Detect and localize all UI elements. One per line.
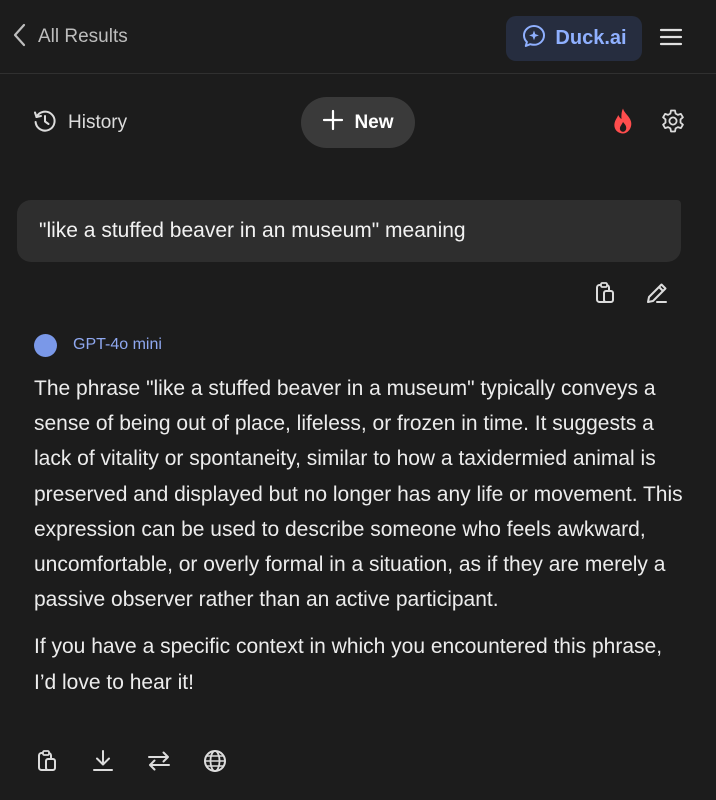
copy-icon bbox=[592, 280, 618, 311]
gear-icon bbox=[660, 108, 686, 139]
swap-arrows-icon bbox=[145, 748, 173, 779]
pencil-icon bbox=[644, 280, 670, 311]
back-to-results-button[interactable]: All Results bbox=[12, 22, 128, 52]
back-label: All Results bbox=[38, 26, 128, 47]
top-bar: All Results Duck.ai bbox=[0, 0, 716, 74]
globe-icon bbox=[202, 748, 228, 779]
model-name: GPT-4o mini bbox=[73, 336, 162, 353]
model-avatar bbox=[34, 333, 57, 357]
chevron-left-icon bbox=[12, 22, 28, 53]
hamburger-menu-icon bbox=[659, 27, 683, 52]
model-indicator: GPT-4o mini bbox=[34, 333, 162, 357]
history-button[interactable]: History bbox=[32, 108, 127, 138]
response-actions bbox=[32, 748, 230, 778]
settings-button[interactable] bbox=[658, 108, 688, 138]
menu-button[interactable] bbox=[656, 24, 686, 54]
history-clock-icon bbox=[32, 108, 58, 139]
assistant-response: The phrase "like a stuffed beaver in a m… bbox=[34, 371, 684, 712]
download-response-button[interactable] bbox=[88, 748, 118, 778]
copy-prompt-button[interactable] bbox=[590, 280, 620, 310]
history-label: History bbox=[68, 112, 128, 133]
plus-icon bbox=[322, 109, 344, 136]
copy-icon bbox=[34, 748, 60, 779]
fire-icon bbox=[611, 107, 635, 140]
web-search-button[interactable] bbox=[200, 748, 230, 778]
download-icon bbox=[90, 748, 116, 779]
new-chat-button[interactable]: New bbox=[301, 97, 415, 148]
chat-sparkle-icon bbox=[521, 23, 547, 54]
user-message-text: "like a stuffed beaver in an museum" mea… bbox=[39, 219, 466, 242]
fire-button[interactable] bbox=[608, 108, 638, 138]
duck-ai-button[interactable]: Duck.ai bbox=[506, 16, 642, 61]
duck-ai-label: Duck.ai bbox=[555, 27, 627, 49]
user-message-actions bbox=[590, 280, 672, 310]
edit-prompt-button[interactable] bbox=[642, 280, 672, 310]
regenerate-response-button[interactable] bbox=[144, 748, 174, 778]
new-chat-label: New bbox=[354, 111, 394, 133]
response-paragraph: The phrase "like a stuffed beaver in a m… bbox=[34, 377, 683, 612]
response-paragraph: If you have a specific context in which … bbox=[34, 635, 663, 694]
user-message-bubble: "like a stuffed beaver in an museum" mea… bbox=[17, 200, 681, 262]
copy-response-button[interactable] bbox=[32, 748, 62, 778]
